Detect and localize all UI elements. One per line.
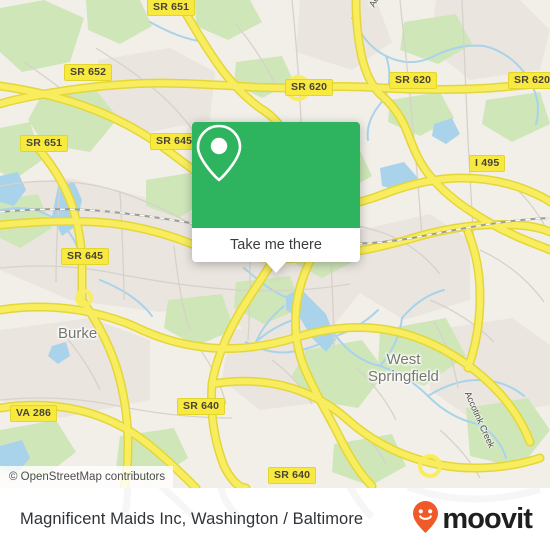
location-popup-card[interactable]: Take me there	[192, 122, 360, 273]
page-title: Magnificent Maids Inc, Washington / Balt…	[20, 488, 363, 550]
road-shield-sr-651-top[interactable]: SR 651	[147, 0, 196, 16]
road-shield-sr-620-right[interactable]: SR 620	[508, 72, 550, 89]
moovit-pin-icon	[412, 500, 439, 539]
footer-bar: Magnificent Maids Inc, Washington / Balt…	[0, 488, 550, 550]
moovit-wordmark: moovit	[442, 502, 533, 535]
moovit-logo[interactable]: moovit	[412, 488, 533, 550]
road-shield-sr-652[interactable]: SR 652	[64, 64, 113, 81]
map-canvas[interactable]: Burke West Springfield Accot Accotink Cr…	[0, 0, 550, 488]
moovit-map-screen: Burke West Springfield Accot Accotink Cr…	[0, 0, 550, 550]
popup-pointer	[265, 261, 287, 273]
road-shield-sr-651-left[interactable]: SR 651	[20, 135, 69, 152]
road-shield-sr-640-upper[interactable]: SR 640	[177, 398, 226, 415]
road-shield-sr-645-lower[interactable]: SR 645	[61, 248, 110, 265]
road-shield-i-495[interactable]: I 495	[469, 155, 506, 172]
popup-image-area	[192, 122, 360, 228]
road-shield-va-286[interactable]: VA 286	[10, 405, 58, 422]
road-shield-sr-645-upper[interactable]: SR 645	[150, 133, 199, 150]
take-me-there-label: Take me there	[230, 237, 322, 253]
osm-attribution[interactable]: © OpenStreetMap contributors	[0, 466, 174, 488]
osm-attribution-text: © OpenStreetMap contributors	[9, 471, 166, 483]
road-shield-sr-620-mid[interactable]: SR 620	[389, 72, 438, 89]
road-shield-sr-640-lower[interactable]: SR 640	[268, 467, 317, 484]
page-title-text: Magnificent Maids Inc, Washington / Balt…	[20, 509, 364, 528]
take-me-there-button[interactable]: Take me there	[192, 228, 360, 262]
road-shield-sr-620-left[interactable]: SR 620	[285, 79, 334, 96]
